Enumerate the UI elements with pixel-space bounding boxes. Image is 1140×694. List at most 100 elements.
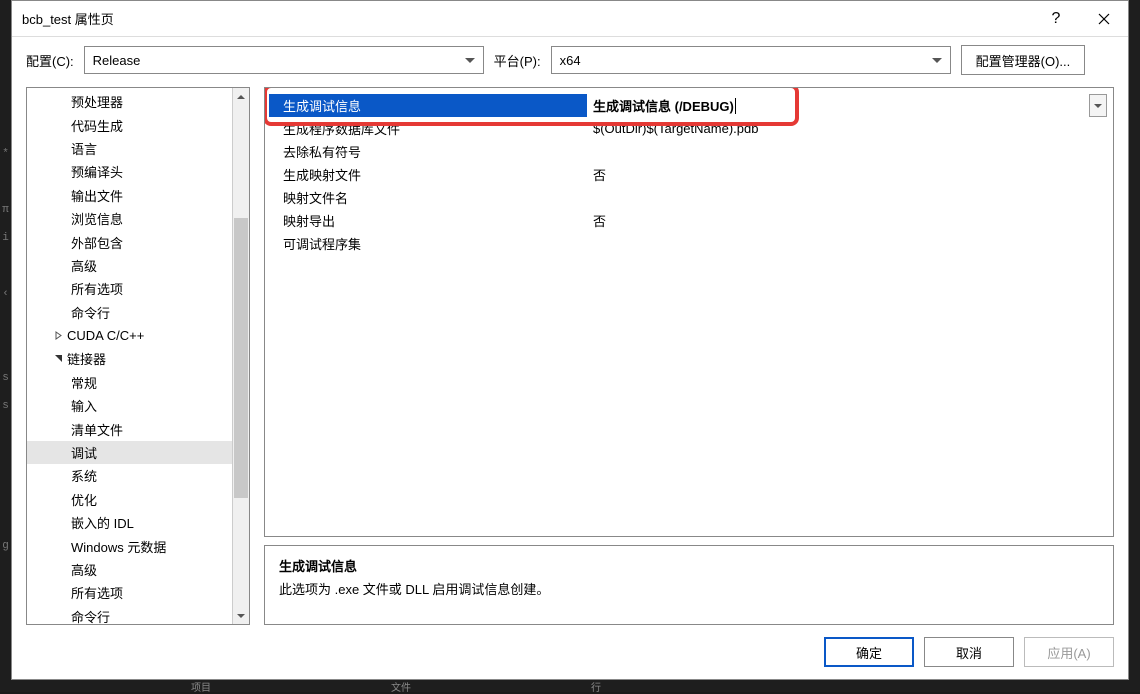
property-name: 映射导出 — [269, 209, 587, 232]
status-bar: 项目 文件 行 — [11, 680, 1129, 692]
tree-item-label: 所有选项 — [71, 279, 123, 298]
property-row[interactable]: 映射文件名 — [269, 186, 1109, 209]
tree-item-label: 预编译头 — [71, 162, 123, 181]
help-button[interactable]: ? — [1032, 1, 1080, 37]
tree-item[interactable]: CUDA C/C++ — [27, 324, 232, 347]
tree-item[interactable]: 浏览信息 — [27, 207, 232, 230]
tree-item-label: 高级 — [71, 560, 97, 579]
collapse-icon[interactable] — [51, 354, 65, 363]
tree-item-label: 命令行 — [71, 607, 110, 624]
platform-label: 平台(P): — [494, 51, 541, 70]
tree-item-label: 输入 — [71, 396, 97, 415]
config-select[interactable]: Release — [84, 46, 484, 74]
tree-item-label: 优化 — [71, 490, 97, 509]
config-manager-button[interactable]: 配置管理器(O)... — [961, 45, 1086, 75]
tree-item[interactable]: 输入 — [27, 394, 232, 417]
ok-button[interactable]: 确定 — [824, 637, 914, 667]
scroll-down-icon[interactable] — [233, 607, 249, 624]
tree-item[interactable]: 命令行 — [27, 301, 232, 324]
tree-item[interactable]: 语言 — [27, 137, 232, 160]
tree-item[interactable]: 代码生成 — [27, 113, 232, 136]
tree-scroll[interactable]: 预处理器代码生成语言预编译头输出文件浏览信息外部包含高级所有选项命令行CUDA … — [27, 88, 232, 624]
config-value: Release — [93, 53, 459, 68]
button-row: 确定 取消 应用(A) — [12, 625, 1128, 679]
window-title: bcb_test 属性页 — [22, 9, 1032, 28]
chevron-down-icon — [1094, 104, 1102, 108]
tree-item-label: CUDA C/C++ — [67, 328, 144, 343]
tree-item[interactable]: 调试 — [27, 441, 232, 464]
chevron-down-icon — [465, 58, 475, 63]
tree-item[interactable]: 命令行 — [27, 605, 232, 624]
description-title: 生成调试信息 — [279, 556, 1099, 575]
property-value[interactable]: 生成调试信息 (/DEBUG) — [587, 94, 1109, 117]
expand-icon[interactable] — [51, 331, 65, 340]
close-button[interactable] — [1080, 1, 1128, 37]
cancel-button[interactable]: 取消 — [924, 637, 1014, 667]
scroll-up-icon[interactable] — [233, 88, 249, 105]
main-area: 预处理器代码生成语言预编译头输出文件浏览信息外部包含高级所有选项命令行CUDA … — [12, 83, 1128, 625]
property-row[interactable]: 生成调试信息生成调试信息 (/DEBUG) — [269, 94, 1109, 117]
property-value-dropdown[interactable] — [1089, 94, 1107, 117]
property-row[interactable]: 映射导出否 — [269, 209, 1109, 232]
tree-item-label: 输出文件 — [71, 186, 123, 205]
tree-item[interactable]: 链接器 — [27, 347, 232, 370]
property-value[interactable]: 否 — [587, 163, 1109, 186]
tree-item[interactable]: 优化 — [27, 488, 232, 511]
property-name: 去除私有符号 — [269, 140, 587, 163]
tree-item[interactable]: 外部包含 — [27, 230, 232, 253]
property-value[interactable]: $(OutDir)$(TargetName).pdb — [587, 117, 1109, 140]
editor-gutter: *πi‹ssg — [0, 0, 11, 692]
tree-item[interactable]: 预编译头 — [27, 160, 232, 183]
tree-item[interactable]: 系统 — [27, 464, 232, 487]
tree-item-label: 浏览信息 — [71, 209, 123, 228]
tree-item-label: 代码生成 — [71, 116, 123, 135]
tree-item[interactable]: 所有选项 — [27, 277, 232, 300]
chevron-down-icon — [932, 58, 942, 63]
tree-item[interactable]: 高级 — [27, 254, 232, 277]
property-name: 可调试程序集 — [269, 232, 587, 255]
property-name: 映射文件名 — [269, 186, 587, 209]
property-value[interactable] — [587, 140, 1109, 163]
tree-item-label: 常规 — [71, 373, 97, 392]
titlebar: bcb_test 属性页 ? — [12, 1, 1128, 37]
property-row[interactable]: 可调试程序集 — [269, 232, 1109, 255]
config-label: 配置(C): — [26, 51, 74, 70]
tree-item-label: 调试 — [71, 443, 97, 462]
property-value[interactable]: 否 — [587, 209, 1109, 232]
property-name: 生成程序数据库文件 — [269, 117, 587, 140]
tree-item[interactable]: 输出文件 — [27, 184, 232, 207]
description-text: 此选项为 .exe 文件或 DLL 启用调试信息创建。 — [279, 579, 1099, 598]
property-row[interactable]: 生成程序数据库文件$(OutDir)$(TargetName).pdb — [269, 117, 1109, 140]
tree-item[interactable]: 嵌入的 IDL — [27, 511, 232, 534]
platform-select[interactable]: x64 — [551, 46, 951, 74]
tree-item[interactable]: 所有选项 — [27, 581, 232, 604]
tree-pane: 预处理器代码生成语言预编译头输出文件浏览信息外部包含高级所有选项命令行CUDA … — [26, 87, 250, 625]
property-dialog: bcb_test 属性页 ? 配置(C): Release 平台(P): x64… — [11, 0, 1129, 680]
tree-item-label: 外部包含 — [71, 233, 123, 252]
property-row[interactable]: 去除私有符号 — [269, 140, 1109, 163]
tree-item[interactable]: 预处理器 — [27, 90, 232, 113]
property-value[interactable] — [587, 232, 1109, 255]
property-row[interactable]: 生成映射文件否 — [269, 163, 1109, 186]
tree-item-label: 系统 — [71, 466, 97, 485]
apply-button: 应用(A) — [1024, 637, 1114, 667]
property-name: 生成调试信息 — [269, 94, 587, 117]
tree-item[interactable]: 清单文件 — [27, 417, 232, 440]
tree-item[interactable]: 高级 — [27, 558, 232, 581]
property-value[interactable] — [587, 186, 1109, 209]
tree-item-label: 链接器 — [67, 349, 106, 368]
config-row: 配置(C): Release 平台(P): x64 配置管理器(O)... — [12, 37, 1128, 83]
editor-right-strip — [1129, 0, 1140, 692]
tree-item-label: 命令行 — [71, 303, 110, 322]
platform-value: x64 — [560, 53, 926, 68]
tree-item[interactable]: Windows 元数据 — [27, 534, 232, 557]
right-pane: 生成调试信息生成调试信息 (/DEBUG)生成程序数据库文件$(OutDir)$… — [264, 87, 1114, 625]
description-pane: 生成调试信息 此选项为 .exe 文件或 DLL 启用调试信息创建。 — [264, 545, 1114, 625]
tree-item-label: 所有选项 — [71, 583, 123, 602]
scrollbar-thumb[interactable] — [234, 218, 248, 498]
tree-item-label: 高级 — [71, 256, 97, 275]
property-name: 生成映射文件 — [269, 163, 587, 186]
tree-item[interactable]: 常规 — [27, 371, 232, 394]
tree-item-label: 预处理器 — [71, 92, 123, 111]
tree-scrollbar[interactable] — [232, 88, 249, 624]
